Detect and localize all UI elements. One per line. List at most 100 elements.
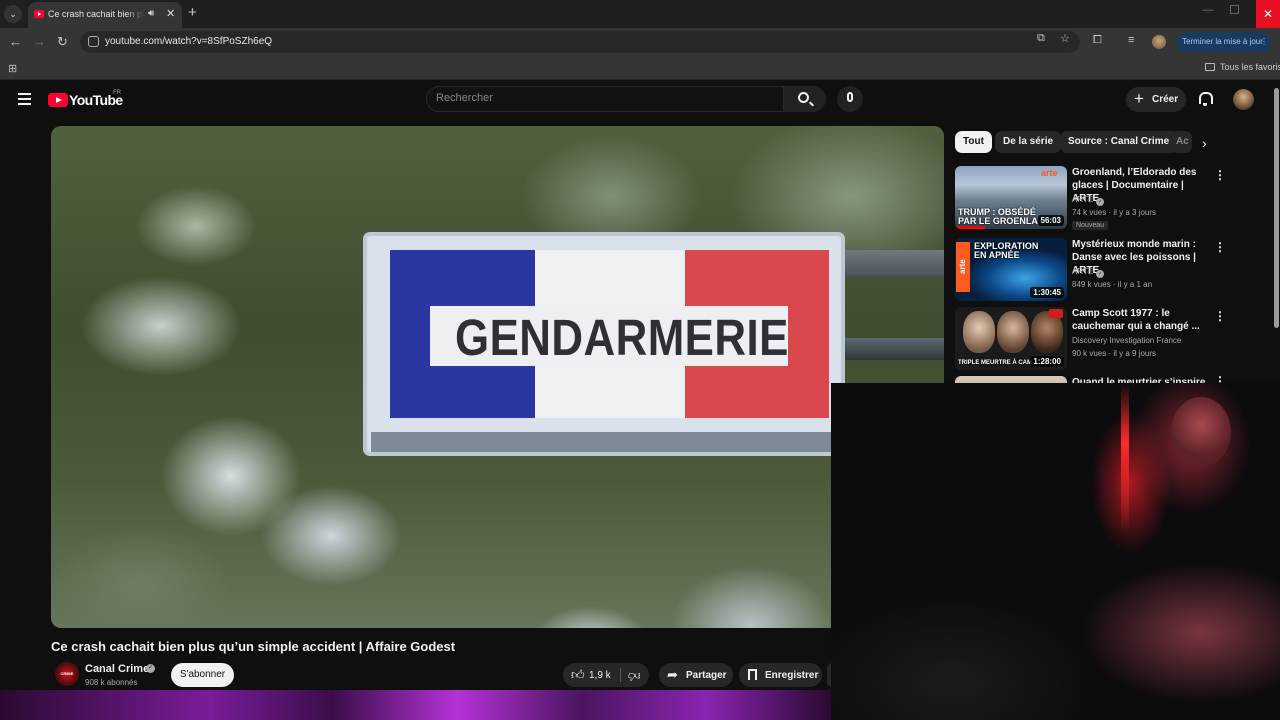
speaker-icon[interactable]: 🔊︎: [148, 8, 154, 19]
share-arrow-icon: ➦: [667, 667, 678, 682]
recommendation-channel[interactable]: ARTE ✓: [1072, 195, 1105, 206]
all-bookmarks-button[interactable]: Tous les favoris: [1205, 62, 1280, 72]
plus-icon: +: [1134, 89, 1144, 108]
user-avatar[interactable]: [1233, 89, 1254, 110]
chip-partial[interactable]: Ac: [1170, 131, 1192, 153]
create-button[interactable]: + Créer: [1126, 87, 1186, 112]
maximize-icon[interactable]: [1230, 5, 1239, 14]
thumbnail-caption: TRIPLE MEURTRE À CAM: [958, 360, 1032, 366]
thumbs-down-icon[interactable]: 👍︎: [628, 668, 641, 683]
thumbs-up-icon[interactable]: 👍︎: [571, 667, 585, 683]
bookmarks-bar: ⊞ Tous les favoris: [0, 56, 1280, 80]
search-input[interactable]: [436, 92, 766, 104]
page-below-fold-preview: [0, 690, 831, 720]
youtube-play-icon: [48, 93, 68, 107]
bookmark-icon: [748, 669, 757, 680]
site-info-icon[interactable]: [88, 36, 99, 47]
notifications-bell-icon[interactable]: [1198, 91, 1213, 106]
divider: [620, 668, 621, 682]
update-label: Terminer la mise à jour: [1182, 37, 1263, 46]
watch-progress-bar: [955, 226, 985, 229]
subscriber-count: 908 k abonnés: [85, 678, 138, 687]
profile-avatar-icon[interactable]: [1152, 35, 1166, 49]
bookmark-star-icon[interactable]: ☆: [1060, 32, 1070, 45]
verified-check-icon: ✓: [146, 664, 155, 673]
hamburger-menu-icon[interactable]: [18, 93, 31, 105]
webcam-overlay: [831, 383, 1280, 720]
forward-arrow-icon[interactable]: →: [33, 34, 46, 49]
verified-check-icon: ✓: [1096, 198, 1105, 206]
sign-bracket: [831, 250, 944, 276]
all-bookmarks-label: Tous les favoris: [1220, 62, 1280, 72]
thumbnail-face: [997, 311, 1029, 353]
more-vert-icon[interactable]: ⋮: [1260, 32, 1268, 52]
chip-all[interactable]: Tout: [955, 131, 992, 153]
recommendation-item[interactable]: arte EXPLORATION EN APNÉE 1:30:45 Mystér…: [955, 238, 1267, 304]
thumbnail-brand: arte: [956, 242, 970, 292]
tab-title: Ce crash cachait bien plus qu'un simple …: [48, 9, 144, 19]
voice-search-button[interactable]: [837, 86, 863, 112]
channel-name: ARTE: [1072, 267, 1094, 276]
recommendation-title[interactable]: Camp Scott 1977 : le cauchemar qui a cha…: [1072, 307, 1212, 333]
create-label: Créer: [1152, 94, 1179, 105]
search-button[interactable]: [784, 86, 826, 112]
recommendation-channel[interactable]: Discovery Investigation France: [1072, 336, 1181, 345]
youtube-favicon-icon: [34, 10, 44, 18]
recommendation-item[interactable]: arte TRUMP : OBSÉDÉ PAR LE GROENLA 56:03…: [955, 166, 1267, 232]
sign-label-text: GENDARMERIE: [455, 309, 789, 366]
sign-pipe: [831, 338, 944, 360]
tab-search-icon[interactable]: ⌄: [4, 5, 22, 23]
new-tab-plus-icon[interactable]: +: [188, 4, 197, 21]
browser-tab-strip: ⌄ Ce crash cachait bien plus qu'un simpl…: [0, 0, 1280, 28]
recommendation-meta: 74 k vues · il y a 3 jours: [1072, 208, 1157, 217]
recommendation-item[interactable]: TRIPLE MEURTRE À CAM 1:28:00 Camp Scott …: [955, 307, 1267, 373]
address-bar[interactable]: youtube.com/watch?v=8SfPoSZh6eQ: [80, 31, 1080, 53]
close-tab-icon[interactable]: ✕: [166, 7, 175, 20]
like-count[interactable]: 1,9 k: [589, 670, 611, 681]
search-box[interactable]: [426, 86, 784, 112]
video-thumbnail[interactable]: arte EXPLORATION EN APNÉE 1:30:45: [955, 238, 1067, 301]
close-window-icon[interactable]: ✕: [1256, 0, 1280, 28]
video-duration: 1:30:45: [1030, 287, 1064, 298]
video-thumbnail[interactable]: arte TRUMP : OBSÉDÉ PAR LE GROENLA 56:03: [955, 166, 1067, 229]
chevron-right-icon[interactable]: ›: [1202, 135, 1207, 151]
url-text[interactable]: youtube.com/watch?v=8SfPoSZh6eQ: [105, 36, 272, 47]
share-button[interactable]: ➦ Partager: [659, 663, 733, 687]
thumbnail-caption: PAR LE GROENLA: [958, 216, 1038, 226]
media-control-icon[interactable]: ≡: [1128, 34, 1134, 46]
sign-base: [371, 432, 839, 452]
update-browser-button[interactable]: Terminer la mise à jour ⋮: [1176, 32, 1272, 52]
chip-series[interactable]: De la série: [995, 131, 1062, 153]
save-label: Enregistrer: [765, 670, 819, 681]
minimize-icon[interactable]: —: [1200, 4, 1216, 16]
channel-avatar-text: CRIME: [60, 671, 74, 676]
recommendation-channel[interactable]: ARTE ✓: [1072, 267, 1105, 278]
reload-icon[interactable]: ↻: [57, 34, 68, 50]
browser-toolbar: ← → ↻ youtube.com/watch?v=8SfPoSZh6eQ ⧉ …: [0, 28, 1280, 56]
recommendation-meta: 849 k vues · il y a 1 an: [1072, 280, 1153, 289]
share-label: Partager: [686, 670, 727, 681]
subscribe-button[interactable]: S'abonner: [171, 663, 234, 687]
browser-tab[interactable]: Ce crash cachait bien plus qu'un simple …: [28, 2, 182, 28]
more-vert-icon[interactable]: ⋮: [1214, 309, 1226, 323]
more-vert-icon[interactable]: ⋮: [1214, 240, 1226, 254]
video-thumbnail[interactable]: TRIPLE MEURTRE À CAM 1:28:00: [955, 307, 1067, 370]
channel-avatar[interactable]: CRIME: [55, 662, 79, 686]
search-icon: [798, 92, 809, 103]
page-scrollbar[interactable]: [1274, 88, 1279, 328]
apps-grid-icon[interactable]: ⊞: [8, 62, 17, 75]
install-app-icon[interactable]: ⧉: [1037, 32, 1045, 45]
extensions-icon[interactable]: ⧠: [1093, 34, 1102, 47]
chip-source[interactable]: Source : Canal Crime: [1060, 131, 1178, 153]
back-arrow-icon[interactable]: ←: [9, 34, 22, 49]
channel-name: ARTE: [1072, 195, 1094, 204]
webcam-light: [1121, 383, 1129, 533]
webcam-person: [1171, 397, 1231, 467]
more-vert-icon[interactable]: ⋮: [1214, 168, 1226, 182]
thumbnail-face: [963, 311, 995, 353]
video-player[interactable]: GENDARMERIE: [51, 126, 944, 628]
thumbnail-caption: EN APNÉE: [974, 250, 1020, 260]
thumbnail-brand: arte: [1041, 168, 1058, 178]
save-button[interactable]: Enregistrer: [739, 663, 822, 687]
channel-name[interactable]: Canal Crime: [85, 663, 149, 675]
